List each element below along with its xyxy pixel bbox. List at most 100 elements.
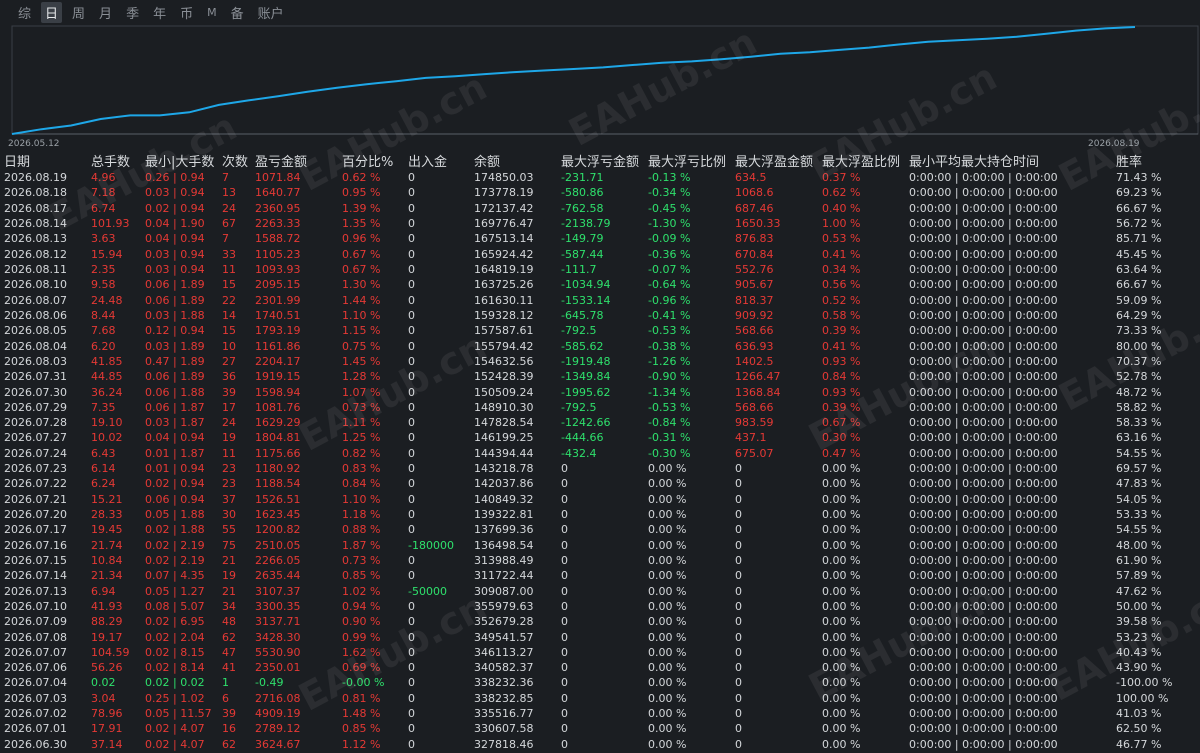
table-cell: 0.84 % xyxy=(342,477,381,491)
table-cell: 0:00:00 | 0:00:00 | 0:00:00 xyxy=(909,232,1058,246)
table-row[interactable]: 2026.07.10 41.93 0.08 | 5.07 34 3300.35 0.94 … xyxy=(0,599,1200,614)
table-cell: 57.89 % xyxy=(1116,569,1162,583)
table-row[interactable]: 2026.07.04 0.02 0.02 | 0.02 1 -0.49 -0.00 % 0 3… xyxy=(0,675,1200,690)
table-cell: 0:00:00 | 0:00:00 | 0:00:00 xyxy=(909,263,1058,277)
column-header[interactable]: 出入金 xyxy=(404,150,470,170)
table-row[interactable]: 2026.08.10 9.58 0.06 | 1.89 15 2095.15 1.30 %… xyxy=(0,277,1200,292)
table-row[interactable]: 2026.07.14 21.34 0.07 | 4.35 19 2635.44 0.85 … xyxy=(0,568,1200,583)
table-cell: 1.48 % xyxy=(342,707,381,721)
table-row[interactable]: 2026.08.12 15.94 0.03 | 0.94 33 1105.23 0.67 … xyxy=(0,247,1200,262)
tab-7[interactable]: M xyxy=(203,5,221,20)
table-cell: 0 xyxy=(735,553,742,567)
table-cell: 0 xyxy=(408,508,415,522)
table-cell: 21 xyxy=(222,584,236,598)
table-row[interactable]: 2026.07.20 28.33 0.05 | 1.88 30 1623.45 1.18 … xyxy=(0,507,1200,522)
table-cell: 0 xyxy=(735,676,742,690)
table-row[interactable]: 2026.07.15 10.84 0.02 | 2.19 21 2266.05 0.73 … xyxy=(0,553,1200,568)
table-row[interactable]: 2026.08.07 24.48 0.06 | 1.89 22 2301.99 1.44 … xyxy=(0,293,1200,308)
table-cell: 165924.42 xyxy=(474,247,534,261)
column-header[interactable]: 盈亏金额 xyxy=(251,150,338,170)
table-cell: -762.58 xyxy=(561,201,604,215)
table-cell: 0.00 % xyxy=(648,462,687,476)
table-cell: 0.00 % xyxy=(648,553,687,567)
table-cell: 0:00:00 | 0:00:00 | 0:00:00 xyxy=(909,508,1058,522)
table-row[interactable]: 2026.07.24 6.43 0.01 | 1.87 11 1175.66 0.82 %… xyxy=(0,446,1200,461)
column-header[interactable]: 日期 xyxy=(0,150,87,170)
table-cell: 0 xyxy=(735,538,742,552)
tab-9[interactable]: 账户 xyxy=(254,2,288,23)
table-cell: 0 xyxy=(561,615,568,629)
tab-1[interactable]: 日 xyxy=(41,1,63,23)
table-cell: 2263.33 xyxy=(255,217,301,231)
column-header[interactable]: 最大浮亏比例 xyxy=(644,150,731,170)
column-header[interactable]: 最大浮盈金额 xyxy=(731,150,818,170)
table-row[interactable]: 2026.08.17 6.74 0.02 | 0.94 24 2360.95 1.39 %… xyxy=(0,201,1200,216)
table-cell: 1.28 % xyxy=(342,370,381,384)
tab-6[interactable]: 币 xyxy=(176,2,197,23)
column-header[interactable]: 余额 xyxy=(470,150,557,170)
table-cell: 0:00:00 | 0:00:00 | 0:00:00 xyxy=(909,462,1058,476)
table-row[interactable]: 2026.07.27 10.02 0.04 | 0.94 19 1804.81 1.25 … xyxy=(0,430,1200,445)
table-row[interactable]: 2026.08.13 3.63 0.04 | 0.94 7 1588.72 0.96 % 0… xyxy=(0,231,1200,246)
table-row[interactable]: 2026.07.30 36.24 0.06 | 1.88 39 1598.94 1.07 … xyxy=(0,384,1200,399)
table-row[interactable]: 2026.07.03 3.04 0.25 | 1.02 6 2716.08 0.81 % 0… xyxy=(0,691,1200,706)
table-row[interactable]: 2026.07.16 21.74 0.02 | 2.19 75 2510.05 1.87 … xyxy=(0,538,1200,553)
table-row[interactable]: 2026.07.01 17.91 0.02 | 4.07 16 2789.12 0.85 … xyxy=(0,721,1200,736)
table-row[interactable]: 2026.07.08 19.17 0.02 | 2.04 62 3428.30 0.99 … xyxy=(0,629,1200,644)
table-row[interactable]: 2026.08.18 7.18 0.03 | 0.94 13 1640.77 0.95 %… xyxy=(0,185,1200,200)
tab-4[interactable]: 季 xyxy=(122,2,143,23)
tab-2[interactable]: 周 xyxy=(68,2,89,23)
table-row[interactable]: 2026.07.22 6.24 0.02 | 0.94 23 1188.54 0.84 %… xyxy=(0,476,1200,491)
table-row[interactable]: 2026.08.14 101.93 0.04 | 1.90 67 2263.33 1.35… xyxy=(0,216,1200,231)
table-row[interactable]: 2026.07.29 7.35 0.06 | 1.87 17 1081.76 0.73 %… xyxy=(0,400,1200,415)
table-row[interactable]: 2026.07.17 19.45 0.02 | 1.88 55 1200.82 0.88 … xyxy=(0,522,1200,537)
table-cell: 37.14 xyxy=(91,737,123,751)
table-row[interactable]: 2026.08.06 8.44 0.03 | 1.88 14 1740.51 1.10 %… xyxy=(0,308,1200,323)
table-cell: 311722.44 xyxy=(474,569,534,583)
table-cell: 1740.51 xyxy=(255,308,301,322)
table-row[interactable]: 2026.07.02 78.96 0.05 | 11.57 39 4909.19 1.48… xyxy=(0,706,1200,721)
table-row[interactable]: 2026.08.05 7.68 0.12 | 0.94 15 1793.19 1.15 %… xyxy=(0,323,1200,338)
table-cell: 1161.86 xyxy=(255,339,301,353)
table-cell: 0.06 | 1.88 xyxy=(145,385,205,399)
table-row[interactable]: 2026.08.04 6.20 0.03 | 1.89 10 1161.86 0.75 %… xyxy=(0,338,1200,353)
table-cell: 36.24 xyxy=(91,385,123,399)
table-row[interactable]: 2026.07.23 6.14 0.01 | 0.94 23 1180.92 0.83 %… xyxy=(0,461,1200,476)
table-cell: 0:00:00 | 0:00:00 | 0:00:00 xyxy=(909,324,1058,338)
column-header[interactable]: 胜率 xyxy=(1112,150,1200,170)
tab-5[interactable]: 年 xyxy=(149,2,170,23)
table-row[interactable]: 2026.07.07 104.59 0.02 | 8.15 47 5530.90 1.62… xyxy=(0,645,1200,660)
table-row[interactable]: 2026.07.09 88.29 0.02 | 6.95 48 3137.71 0.90 … xyxy=(0,614,1200,629)
table-cell: 62 xyxy=(222,630,236,644)
table-row[interactable]: 2026.07.06 56.26 0.02 | 8.14 41 2350.01 0.69 … xyxy=(0,660,1200,675)
table-cell: 0.00 % xyxy=(648,477,687,491)
tab-3[interactable]: 月 xyxy=(95,2,116,23)
column-header[interactable]: 总手数 xyxy=(87,150,141,170)
table-cell: -0.38 % xyxy=(648,339,691,353)
table-cell: 0:00:00 | 0:00:00 | 0:00:00 xyxy=(909,354,1058,368)
table-cell: 355979.63 xyxy=(474,599,534,613)
column-header[interactable]: 最小|大手数 xyxy=(141,150,218,170)
column-header[interactable]: 百分比% xyxy=(338,150,404,170)
column-header[interactable]: 最大浮亏金额 xyxy=(557,150,644,170)
table-row[interactable]: 2026.07.13 6.94 0.05 | 1.27 21 3107.37 1.02 %… xyxy=(0,583,1200,598)
table-row[interactable]: 2026.06.30 37.14 0.02 | 4.07 62 3624.67 1.12 … xyxy=(0,737,1200,752)
table-row[interactable]: 2026.07.31 44.85 0.06 | 1.89 36 1919.15 1.28 … xyxy=(0,369,1200,384)
table-row[interactable]: 2026.07.21 15.21 0.06 | 0.94 37 1526.51 1.10 … xyxy=(0,492,1200,507)
tab-0[interactable]: 综 xyxy=(14,2,35,23)
table-cell: 0.99 % xyxy=(342,630,381,644)
table-cell: 164819.19 xyxy=(474,263,534,277)
column-header[interactable]: 最小平均最大持仓时间 xyxy=(905,150,1112,170)
table-cell: 0.03 | 0.94 xyxy=(145,247,205,261)
table-cell: 69.23 % xyxy=(1116,186,1162,200)
table-cell: 146199.25 xyxy=(474,431,534,445)
table-row[interactable]: 2026.07.28 19.10 0.03 | 1.87 24 1629.29 1.11 … xyxy=(0,415,1200,430)
table-cell: 52.78 % xyxy=(1116,370,1162,384)
table-row[interactable]: 2026.08.03 41.85 0.47 | 1.89 27 2204.17 1.45 … xyxy=(0,354,1200,369)
table-row[interactable]: 2026.08.19 4.96 0.26 | 0.94 7 1071.84 0.62 % 0… xyxy=(0,170,1200,185)
column-header[interactable]: 最大浮盈比例 xyxy=(818,150,905,170)
table-row[interactable]: 2026.08.11 2.35 0.03 | 0.94 11 1093.93 0.67 %… xyxy=(0,262,1200,277)
table-cell: 0 xyxy=(408,217,415,231)
column-header[interactable]: 次数 xyxy=(218,150,251,170)
tab-8[interactable]: 备 xyxy=(227,2,248,23)
